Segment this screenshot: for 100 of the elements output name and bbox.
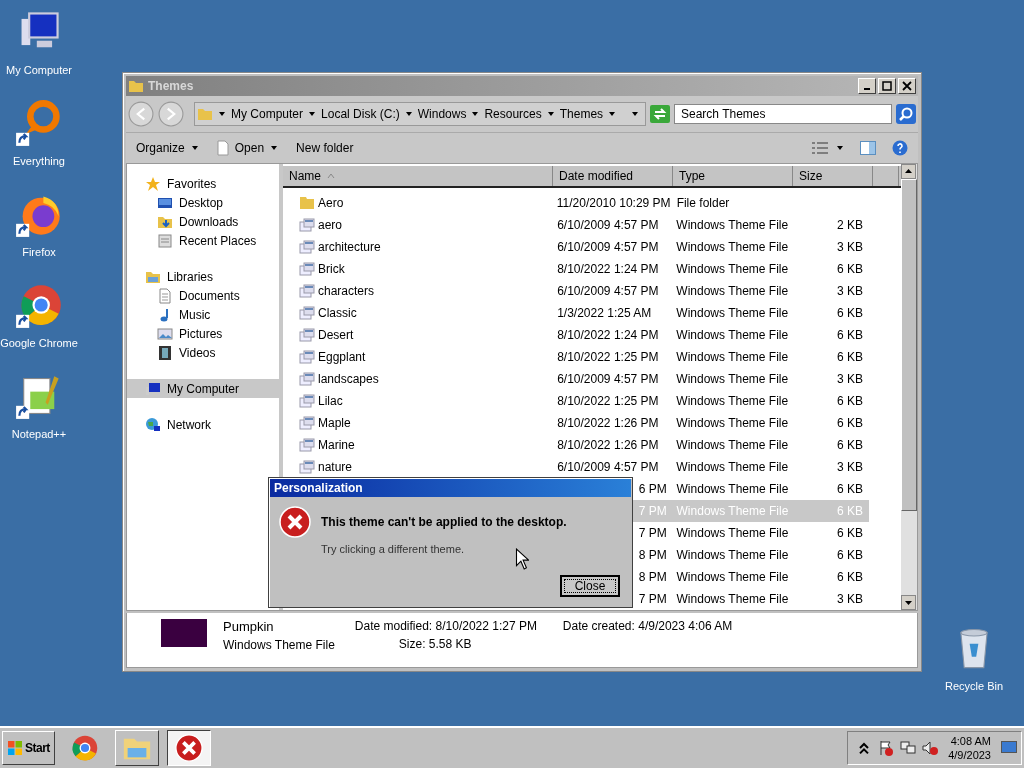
scrollbar[interactable] (901, 164, 917, 610)
error-taskbar-button[interactable] (166, 730, 211, 766)
icon-label: Firefox (22, 246, 56, 258)
nav-item[interactable]: My Computer (127, 379, 279, 398)
nav-item[interactable]: Videos (127, 343, 279, 362)
type-text: Windows Theme File (676, 350, 789, 364)
clock-date[interactable]: 4/9/2023 (948, 748, 991, 762)
date-text: 8/10/2022 1:25 PM (557, 350, 659, 364)
clock-time[interactable]: 4:08 AM (950, 734, 991, 748)
file-name: Lilac (318, 394, 343, 408)
type-text: Windows Theme File (676, 438, 789, 452)
column-header[interactable]: Date modified (553, 166, 673, 186)
icon-label: Recycle Bin (944, 680, 1004, 692)
nav-item[interactable]: Desktop (127, 193, 279, 212)
date-text: 6/10/2009 4:57 PM (557, 218, 659, 232)
forward-button[interactable] (158, 101, 184, 127)
start-button[interactable]: Start (2, 731, 55, 765)
preview-pane-icon[interactable] (860, 140, 876, 156)
file-row[interactable]: Marine 8/10/2022 1:26 PM Windows Theme File 6 KB (283, 434, 869, 456)
minimize-button[interactable] (858, 78, 876, 94)
date-text: 6 PM (638, 482, 667, 496)
file-name: landscapes (318, 372, 379, 386)
file-row[interactable]: Lilac 8/10/2022 1:25 PM Windows Theme File 6 KB (283, 390, 869, 412)
ring-icon[interactable] (15, 99, 63, 147)
type-text: Windows Theme File (676, 416, 789, 430)
breadcrumb-item[interactable]: Windows (417, 107, 467, 121)
theme-file-icon (299, 327, 315, 343)
size-text: 3 KB (837, 460, 863, 474)
network-icon[interactable] (900, 740, 917, 756)
caret-icon[interactable] (404, 110, 413, 118)
caret-icon[interactable] (546, 110, 555, 118)
nav-item[interactable]: Libraries (127, 267, 279, 286)
breadcrumb-item[interactable]: Resources (484, 107, 542, 121)
size-text: 6 KB (837, 438, 863, 452)
folder-icon (197, 106, 213, 122)
nav-item[interactable]: Documents (127, 286, 279, 305)
nav-item[interactable]: Favorites (127, 174, 279, 193)
size-text: 6 KB (837, 328, 863, 342)
toolbar-button[interactable]: Organize (136, 141, 199, 155)
nav-item[interactable]: Network (127, 415, 279, 434)
caret-icon[interactable] (836, 144, 844, 152)
file-name: Eggplant (318, 350, 366, 364)
maximize-button[interactable] (878, 78, 896, 94)
file-row[interactable]: aero 6/10/2009 4:57 PM Windows Theme File 2 KB (283, 214, 869, 236)
icon-label: Everything (13, 155, 65, 167)
nav-item[interactable]: Pictures (127, 324, 279, 343)
file-name: characters (318, 284, 375, 298)
flag-icon[interactable] (878, 740, 895, 756)
recent-icon (157, 232, 173, 249)
column-header[interactable]: Name (283, 166, 553, 186)
caret-icon[interactable] (471, 110, 480, 118)
file-name: aero (318, 218, 343, 232)
toolbar-button[interactable]: New folder (296, 141, 354, 155)
file-name: Marine (318, 438, 355, 452)
file-row[interactable]: Desert 8/10/2022 1:24 PM Windows Theme File 6 KB (283, 324, 869, 346)
show-desktop-icon[interactable] (1001, 740, 1017, 756)
file-row[interactable]: Classic 1/3/2022 1:25 AM Windows Theme File 6 KB (283, 302, 869, 324)
muted-speaker-icon[interactable] (922, 740, 939, 756)
caret-icon (190, 144, 199, 152)
file-row[interactable]: nature 6/10/2009 4:57 PM Windows Theme File 3 KB (283, 456, 869, 478)
address-bar[interactable]: My Computer Local Disk (C:) Windows Resources Themes (194, 102, 646, 126)
file-row[interactable]: architecture 6/10/2009 4:57 PM Windows Theme File 3 KB (283, 236, 869, 258)
nav-item[interactable]: Music (127, 305, 279, 324)
search-icon[interactable] (896, 104, 916, 124)
close-button[interactable] (898, 78, 916, 94)
folder-icon (299, 195, 315, 211)
column-header[interactable]: Type (673, 166, 793, 186)
file-row[interactable]: Aero 11/20/2010 10:29 PM File folder (283, 192, 869, 214)
breadcrumb-item[interactable]: Local Disk (C:) (321, 107, 400, 121)
search-field[interactable]: Search Themes (674, 104, 892, 124)
caret-icon (270, 144, 279, 152)
file-name: Classic (318, 306, 357, 320)
breadcrumb-item[interactable]: My Computer (231, 107, 304, 121)
detail-field: Date created: 4/9/2023 4:06 AM (562, 619, 763, 633)
size-text: 3 KB (837, 284, 863, 298)
globe-icon (145, 416, 161, 433)
caret-icon[interactable] (608, 110, 617, 118)
close-button[interactable]: Close (560, 575, 620, 597)
caret-icon[interactable] (308, 110, 317, 118)
file-row[interactable]: Eggplant 8/10/2022 1:25 PM Windows Theme File 6 KB (283, 346, 869, 368)
file-row[interactable]: landscapes 6/10/2009 4:57 PM Windows Theme File 3 KB (283, 368, 869, 390)
date-text: 8 PM (638, 548, 667, 562)
explorer-taskbar-button[interactable] (114, 730, 159, 766)
caret-icon[interactable] (218, 110, 226, 118)
toolbar-button[interactable]: Open (216, 140, 279, 156)
file-row[interactable]: Maple 8/10/2022 1:26 PM Windows Theme File 6 KB (283, 412, 869, 434)
date-text: 11/20/2010 10:29 PM (556, 196, 671, 210)
help-icon[interactable] (892, 140, 908, 156)
dropdown-icon[interactable] (631, 110, 639, 118)
file-row[interactable]: characters 6/10/2009 4:57 PM Windows Theme File 3 KB (283, 280, 869, 302)
column-header[interactable]: Size (793, 166, 873, 186)
file-row[interactable]: Brick 8/10/2022 1:24 PM Windows Theme File 6 KB (283, 258, 869, 280)
chrome-icon (69, 733, 100, 763)
nav-item[interactable]: Downloads (127, 212, 279, 231)
nav-item[interactable]: Recent Places (127, 231, 279, 250)
refresh-button[interactable] (650, 105, 670, 123)
breadcrumb-item[interactable]: Themes (559, 107, 604, 121)
type-text: Windows Theme File (676, 570, 789, 584)
size-text: 6 KB (837, 416, 863, 430)
back-button[interactable] (128, 101, 154, 127)
